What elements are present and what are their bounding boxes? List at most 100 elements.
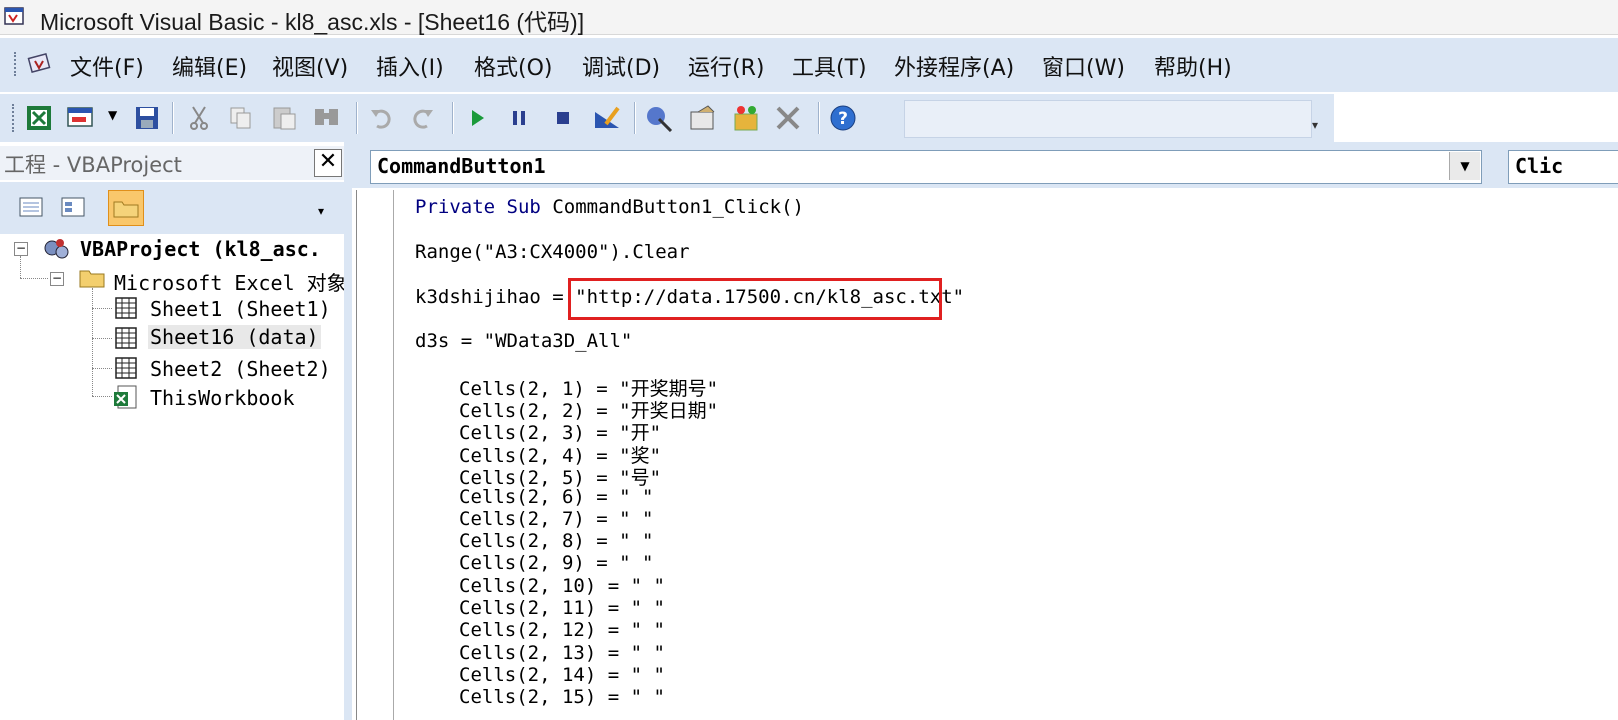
code-line-d3s: d3s = "WData3D_All"	[415, 330, 633, 352]
dropdown-arrow-icon[interactable]: ▼	[108, 108, 117, 122]
project-explorer-header: 工程 - VBAProject ✕	[0, 146, 344, 180]
title-bar: Microsoft Visual Basic - kl8_asc.xls - […	[0, 0, 1618, 35]
toolbar-grip[interactable]	[12, 104, 14, 132]
paste-icon[interactable]	[270, 103, 300, 133]
reset-icon[interactable]	[548, 103, 578, 133]
tree-line	[20, 256, 21, 278]
help-icon[interactable]: ?	[828, 103, 858, 133]
sub-name: CommandButton1_Click()	[552, 196, 804, 218]
vbaproject-icon	[44, 239, 69, 259]
tree-folder-excel-objects[interactable]: Microsoft Excel 对象	[114, 267, 347, 296]
menu-view[interactable]: 视图(V)	[272, 50, 348, 82]
toggle-folders-icon[interactable]	[108, 190, 144, 226]
menu-tools[interactable]: 工具(T)	[792, 50, 867, 82]
collapse-icon[interactable]: −	[50, 272, 64, 286]
chevron-down-icon[interactable]: ▼	[1449, 152, 1480, 180]
find-icon[interactable]	[312, 103, 342, 133]
object-browser-icon[interactable]	[732, 103, 762, 133]
code-line-cells: Cells(2, 12) = " "	[459, 619, 665, 641]
folder-icon	[79, 270, 105, 288]
code-line-cells: Cells(2, 10) = " "	[459, 575, 665, 597]
code-line-range: Range("A3:CX4000").Clear	[415, 241, 690, 263]
insert-userform-icon[interactable]	[66, 103, 96, 133]
project-explorer-title: 工程 - VBAProject	[4, 153, 182, 177]
menu-addins[interactable]: 外接程序(A)	[894, 50, 1014, 82]
project-toolbar: ▾	[0, 182, 350, 234]
project-tree: − VBAProject (kl8_asc. − Microsoft Excel…	[0, 236, 347, 720]
toolbox-icon[interactable]	[774, 103, 804, 133]
worksheet-icon	[115, 357, 137, 379]
view-code-icon[interactable]	[14, 190, 48, 224]
code-line-cells: Cells(2, 9) = " "	[459, 552, 654, 574]
toolbar-options-icon[interactable]: ▾	[1312, 118, 1318, 132]
code-line-cells: Cells(2, 6) = " "	[459, 486, 654, 508]
object-combobox-value: CommandButton1	[377, 154, 546, 178]
standard-toolbar: ▼ ? ▾	[0, 94, 1334, 142]
toolbar-separator	[172, 102, 174, 134]
vb-menu-icon[interactable]	[26, 51, 54, 77]
view-object-icon[interactable]	[56, 190, 90, 224]
menu-run[interactable]: 运行(R)	[688, 50, 764, 82]
tree-line	[92, 308, 112, 309]
worksheet-icon	[115, 297, 137, 319]
menu-window[interactable]: 窗口(W)	[1042, 50, 1125, 82]
toolbar-options-icon[interactable]: ▾	[318, 204, 324, 218]
tree-line	[92, 368, 112, 369]
view-excel-icon[interactable]	[24, 103, 54, 133]
cut-icon[interactable]	[184, 103, 214, 133]
menu-insert[interactable]: 插入(I)	[376, 50, 444, 82]
tree-line	[92, 288, 93, 396]
code-line-cells: Cells(2, 15) = " "	[459, 686, 665, 708]
workbook-icon	[114, 385, 137, 409]
undo-icon[interactable]	[366, 103, 396, 133]
design-mode-icon[interactable]	[592, 103, 622, 133]
menu-help[interactable]: 帮助(H)	[1154, 50, 1232, 82]
break-icon[interactable]	[504, 103, 534, 133]
close-icon[interactable]: ✕	[314, 149, 342, 177]
redo-icon[interactable]	[408, 103, 438, 133]
copy-icon[interactable]	[226, 103, 256, 133]
project-explorer-icon[interactable]	[644, 103, 674, 133]
toolbar-separator	[452, 102, 454, 134]
margin-indicator-bar[interactable]	[357, 190, 394, 720]
code-window-header: CommandButton1 ▼ Clic	[352, 142, 1618, 188]
tree-root-vbaproject[interactable]: VBAProject (kl8_asc.	[80, 237, 321, 261]
menu-format[interactable]: 格式(O)	[474, 50, 552, 82]
menu-bar: 文件(F) 编辑(E) 视图(V) 插入(I) 格式(O) 调试(D) 运行(R…	[0, 38, 1618, 92]
save-icon[interactable]	[132, 103, 162, 133]
tree-item-sheet1[interactable]: Sheet1 (Sheet1)	[150, 297, 331, 321]
keyword-sub: Sub	[506, 196, 541, 218]
menu-edit[interactable]: 编辑(E)	[172, 50, 247, 82]
vb-app-icon[interactable]	[4, 6, 26, 26]
window-title: Microsoft Visual Basic - kl8_asc.xls - […	[40, 9, 585, 35]
tree-line	[92, 396, 112, 397]
code-line-cells: Cells(2, 11) = " "	[459, 597, 665, 619]
code-editor[interactable]: Private Sub CommandButton1_Click() Range…	[356, 190, 1618, 720]
menu-grip[interactable]	[14, 52, 19, 76]
tree-item-sheet2[interactable]: Sheet2 (Sheet2)	[150, 357, 331, 381]
code-line-sub: Private Sub CommandButton1_Click()	[415, 196, 804, 218]
tree-line	[20, 278, 48, 279]
toolbar-separator	[356, 102, 358, 134]
menu-file[interactable]: 文件(F)	[70, 50, 144, 82]
code-line-cells: Cells(2, 14) = " "	[459, 664, 665, 686]
code-line-cells: Cells(2, 8) = " "	[459, 530, 654, 552]
procedure-combobox[interactable]: Clic	[1508, 150, 1618, 184]
pane-splitter[interactable]	[344, 142, 352, 720]
toolbar-separator	[634, 102, 636, 134]
svg-text:?: ?	[838, 109, 848, 129]
worksheet-icon	[115, 327, 137, 349]
code-line-cells: Cells(2, 13) = " "	[459, 642, 665, 664]
properties-icon[interactable]	[688, 103, 718, 133]
url-highlight-box	[568, 278, 942, 320]
tree-line	[92, 338, 112, 339]
tree-item-thisworkbook[interactable]: ThisWorkbook	[150, 386, 295, 410]
toolbar-separator	[818, 102, 820, 134]
menu-debug[interactable]: 调试(D)	[582, 50, 660, 82]
keyword-private: Private	[415, 196, 496, 218]
tree-item-sheet16[interactable]: Sheet16 (data)	[148, 325, 321, 349]
run-icon[interactable]	[462, 103, 492, 133]
collapse-icon[interactable]: −	[14, 242, 28, 256]
object-combobox[interactable]: CommandButton1 ▼	[370, 150, 1482, 184]
procedure-combobox-value: Clic	[1515, 154, 1564, 178]
